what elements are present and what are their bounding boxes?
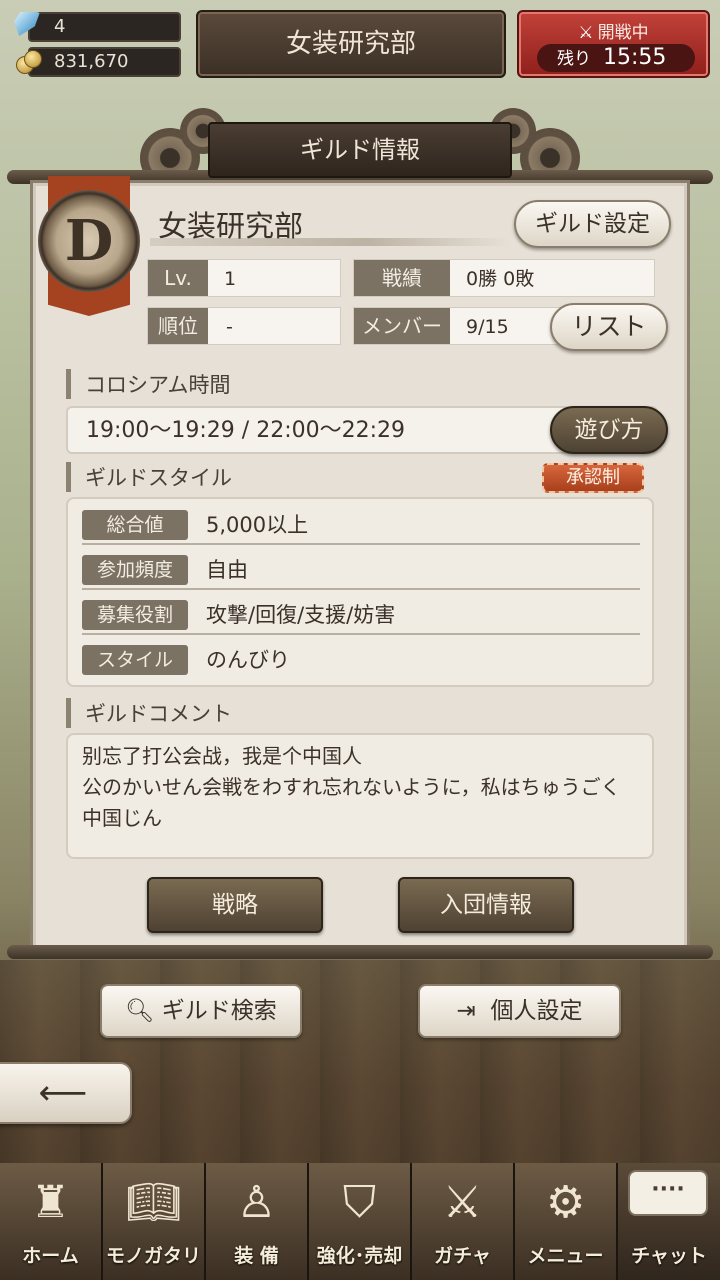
guild-search-button[interactable]: 🔍︎ ギルド検索 [100,984,302,1038]
shield-icon: ⛉ [343,1177,376,1228]
howto-button[interactable]: 遊び方 [550,406,668,454]
nav-menu[interactable]: ⚙ メニュー [515,1163,618,1280]
battle-timer: 残り 15:55 [537,44,695,72]
enter-arrow-icon: ⇥ [456,998,476,1024]
nav-home[interactable]: ♜ ホーム [0,1163,103,1280]
nav-enhance-sell[interactable]: ⛉ 強化･売却 [309,1163,412,1280]
battle-status: 開戦中 [597,23,649,43]
castle-icon: ♜ [30,1177,71,1228]
guild-name: 女装研究部 [158,209,304,243]
guild-rank-emblem: D [38,190,140,292]
personal-settings-button[interactable]: ⇥ 個人設定 [418,984,621,1038]
search-icon: 🔍︎ [125,998,155,1024]
panel-title: ギルド情報 [208,122,512,178]
guild-settings-button[interactable]: ギルド設定 [514,200,671,248]
style-row: 募集役割 攻撃/回復/支援/妨害 [82,591,640,635]
nav-gacha[interactable]: ⚔ ガチャ [412,1163,515,1280]
style-row: 総合値 5,000以上 [82,501,640,545]
gear-icon: ⚙ [545,1177,586,1228]
members-stat: メンバー 9/15 [353,307,573,345]
book-icon: 📖︎ [125,1177,182,1228]
guild-style-box: 総合値 5,000以上 参加頻度 自由 募集役割 攻撃/回復/支援/妨害 スタイル のん… [66,497,654,687]
puppet-icon: ♙ [236,1177,277,1228]
guild-comment: 别忘了打公会战，我是个中国人 公のかいせん会戦をわすれ忘れないように，私はちゅう… [66,733,654,859]
guild-style-heading: ギルドスタイル [66,462,232,492]
chat-icon[interactable]: ···· [628,1170,708,1216]
gold-count: 831,670 [28,47,181,77]
member-list-button[interactable]: リスト [550,303,668,351]
record-stat: 戦績 0勝 0敗 [353,259,655,297]
battle-status-box[interactable]: ⚔ 開戦中 残り 15:55 [517,10,710,78]
nav-story[interactable]: 📖︎ モノガタリ [103,1163,206,1280]
guild-title-plate: 女装研究部 [196,10,506,78]
strategy-button[interactable]: 戦略 [147,877,323,933]
approval-badge: 承認制 [542,463,644,493]
rank-stat: 順位 - [147,307,341,345]
coin-icon [16,50,44,76]
style-row: 参加頻度 自由 [82,546,640,590]
back-button[interactable]: ⟵ [0,1062,132,1124]
colosseum-heading: コロシアム時間 [66,369,231,399]
panel-rod-bottom [7,945,713,959]
crossed-swords-icon: ⚔ [578,23,594,43]
nav-equipment[interactable]: ♙ 装 備 [206,1163,309,1280]
style-row: スタイル のんびり [82,636,640,680]
back-arrow-icon: ⟵ [38,1073,88,1113]
join-info-button[interactable]: 入団情報 [398,877,574,933]
guild-comment-heading: ギルドコメント [66,698,232,728]
gem-count: 4 [28,12,181,42]
bottom-nav: ♜ ホーム 📖︎ モノガタリ ♙ 装 備 ⛉ 強化･売却 ⚔ ガチャ ⚙ メニュ… [0,1163,720,1280]
swords-icon: ⚔ [442,1177,483,1228]
level-stat: Lv. 1 [147,259,341,297]
